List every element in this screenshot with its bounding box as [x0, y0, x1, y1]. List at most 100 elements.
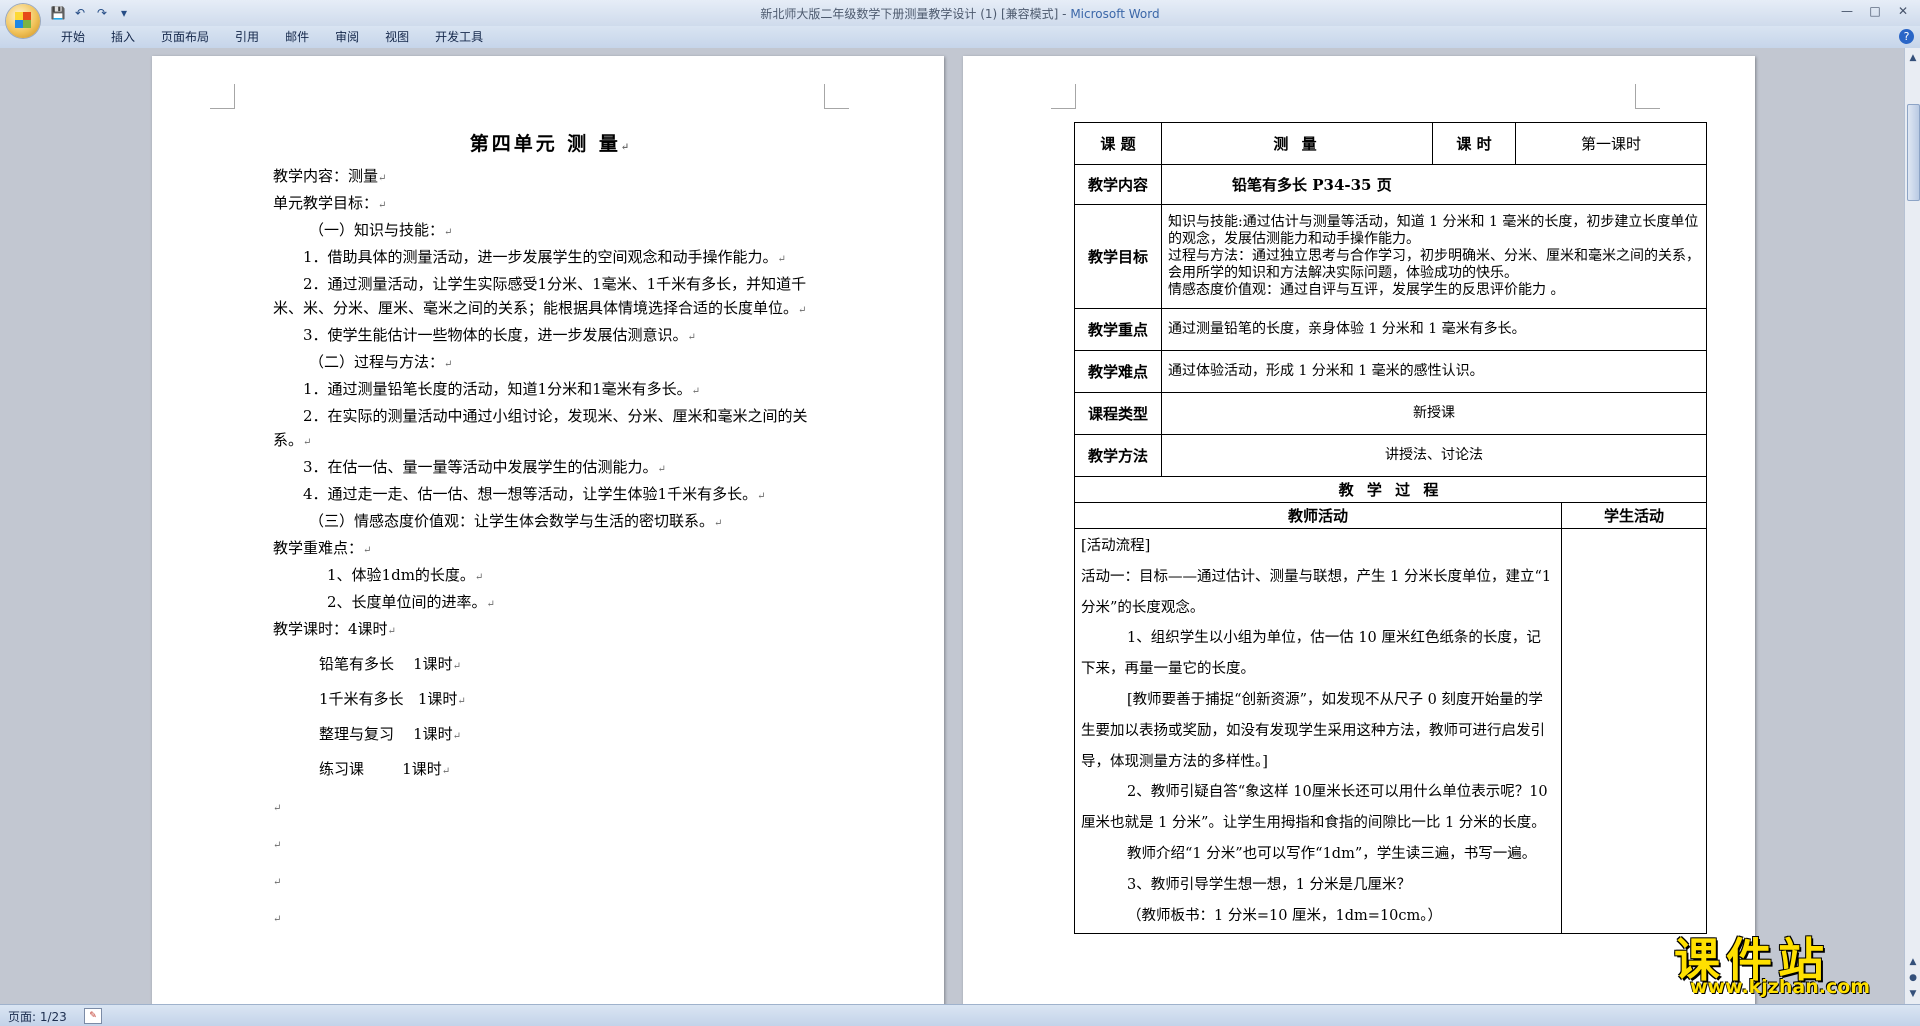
paragraph-mark: ↵: [273, 840, 282, 851]
paragraph: 教学内容：测量↵: [273, 164, 829, 191]
table-row: 课 题 测 量 课 时 第一课时: [1074, 122, 1707, 165]
margin-corner-mark: [210, 84, 235, 109]
paragraph-mark: ↵: [387, 626, 396, 637]
paragraph-mark: ↵: [714, 518, 723, 529]
lesson-hour-item: 铅笔有多长 1课时↵: [273, 652, 829, 679]
tab-5[interactable]: 审阅: [322, 29, 372, 45]
key-point-value: 通过测量铅笔的长度，亲身体验 1 分米和 1 毫米有多长。: [1161, 308, 1707, 351]
watermark-logo: 课件站 www.kjzhan.com: [1664, 924, 1904, 1004]
left-page-content[interactable]: 第四单元 测 量↵ 教学内容：测量↵ 单元教学目标：↵ （一）知识与技能：↵ 1．借助…: [273, 132, 829, 932]
goal-line: 情感态度价值观：通过自评与互评，发展学生的反思评价能力 。: [1168, 282, 1565, 298]
goal-label: 教学目标: [1074, 204, 1162, 309]
lesson-plan-table[interactable]: 课 题 测 量 课 时 第一课时 教学内容 铅笔有多长 P34-35 页 教学目…: [1074, 122, 1707, 935]
select-browse-object-icon[interactable]: ●: [1907, 972, 1919, 984]
minimize-icon[interactable]: —: [1834, 2, 1860, 20]
table-row: 教师活动 学生活动: [1074, 502, 1707, 529]
tab-3[interactable]: 引用: [222, 29, 272, 45]
paragraph-text: 教学内容：测量: [273, 167, 379, 185]
document-workspace[interactable]: 第四单元 测 量↵ 教学内容：测量↵ 单元教学目标：↵ （一）知识与技能：↵ 1．借助…: [0, 48, 1904, 1004]
unit-title: 第四单元 测 量↵: [469, 133, 633, 155]
page-indicator[interactable]: 页面: 1/23: [8, 1008, 67, 1025]
paragraph-text: 3．在估一估、量一量等活动中发展学生的估测能力。: [303, 458, 658, 476]
paragraph: 3．使学生能估计一些物体的长度，进一步发展估测意识。↵: [273, 323, 829, 350]
table-row: 课程类型 新授课: [1074, 392, 1707, 435]
process-paragraph: [教师要善于捕捉“创新资源”，如发现不从尺子 0 刻度开始量的学生要加以表扬或奖…: [1081, 691, 1545, 770]
paragraph: 1．通过测量铅笔长度的活动，知道1分米和1毫米有多长。↵: [273, 377, 829, 404]
page-right[interactable]: 课 题 测 量 课 时 第一课时 教学内容 铅笔有多长 P34-35 页 教学目…: [963, 56, 1755, 1004]
tab-6[interactable]: 视图: [372, 29, 422, 45]
paragraph: （三）情感态度价值观：让学生体会数学与生活的密切联系。↵: [273, 509, 829, 536]
lesson-hour-text: 练习课 1课时: [319, 760, 442, 778]
paragraph-text: （一）知识与技能：: [309, 221, 445, 239]
tab-4[interactable]: 邮件: [272, 29, 322, 45]
student-activity-cell[interactable]: [1561, 527, 1707, 935]
paragraph: 2、长度单位间的进率。↵: [273, 590, 829, 617]
paragraph-mark: ↵: [441, 766, 451, 777]
teacher-activity-cell[interactable]: [活动流程] 活动一：目标——通过估计、测量与联想，产生 1 分米长度单位，建立“…: [1074, 527, 1562, 935]
office-button[interactable]: [6, 4, 40, 38]
margin-corner-mark: [1635, 84, 1660, 109]
empty-paragraph: ↵: [273, 905, 829, 932]
paragraph-mark: ↵: [363, 545, 372, 556]
paragraph-mark: ↵: [687, 332, 696, 343]
topic-label: 课 题: [1074, 122, 1162, 165]
proofing-icon[interactable]: ✎: [84, 1008, 102, 1024]
method-value: 讲授法、讨论法: [1161, 434, 1707, 477]
content-label: 教学内容: [1074, 164, 1162, 205]
paragraph-mark: ↵: [378, 200, 387, 211]
paragraph-mark: ↵: [378, 173, 387, 184]
difficulty-label: 教学难点: [1074, 350, 1162, 393]
paragraph-text: 单元教学目标：: [273, 194, 379, 212]
paragraph-text: 1、体验1dm的长度。: [327, 566, 475, 584]
margin-corner-mark: [824, 84, 849, 109]
paragraph: （二）过程与方法：↵: [273, 350, 829, 377]
key-point-label: 教学重点: [1074, 308, 1162, 351]
tab-0[interactable]: 开始: [48, 29, 98, 45]
content-value: 铅笔有多长 P34-35 页: [1161, 164, 1707, 205]
paragraph: 教学重难点：↵: [273, 536, 829, 563]
maximize-icon[interactable]: □: [1862, 2, 1888, 20]
paragraph-text: 4．通过走一走、估一估、想一想等活动，让学生体验1千米有多长。: [303, 485, 758, 503]
paragraph: 2．在实际的测量活动中通过小组讨论，发现米、分米、厘米和毫米之间的关系。↵: [273, 404, 829, 455]
paragraph-mark: ↵: [273, 877, 282, 888]
lesson-hour-item: 1千米有多长 1课时↵: [273, 687, 829, 714]
empty-paragraph: ↵: [273, 868, 829, 895]
title-bar: 💾 ↶ ↷ ▾ 新北师大版二年级数学下册测量教学设计 (1) [兼容模式] - Mic…: [0, 0, 1920, 38]
paragraph: 4．通过走一走、估一估、想一想等活动，让学生体验1千米有多长。↵: [273, 482, 829, 509]
teacher-activity-header: 教师活动: [1074, 502, 1562, 529]
table-row: 教学重点 通过测量铅笔的长度，亲身体验 1 分米和 1 毫米有多长。: [1074, 308, 1707, 351]
student-activity-header: 学生活动: [1561, 502, 1707, 529]
next-page-icon[interactable]: ▼: [1907, 988, 1919, 1000]
scroll-up-icon[interactable]: ▲: [1907, 52, 1919, 64]
window-controls: — □ ✕: [1834, 2, 1916, 20]
lesson-hour-item: 整理与复习 1课时↵: [273, 722, 829, 749]
paragraph-text: 1．通过测量铅笔长度的活动，知道1分米和1毫米有多长。: [303, 380, 692, 398]
close-icon[interactable]: ✕: [1890, 2, 1916, 20]
ribbon-tabs: 开始 插入 页面布局 引用 邮件 审阅 视图 开发工具: [48, 29, 496, 45]
prev-page-icon[interactable]: ▲: [1907, 956, 1919, 968]
table-row: 教学目标 知识与技能:通过估计与测量等活动，知道 1 分米和 1 毫米的长度，初…: [1074, 204, 1707, 309]
paragraph: 1．借助具体的测量活动，进一步发展学生的空间观念和动手操作能力。↵: [273, 245, 829, 272]
margin-corner-mark: [1051, 84, 1076, 109]
lesson-hours-list: 铅笔有多长 1课时↵ 1千米有多长 1课时↵ 整理与复习 1课时↵ 练习课 1课时↵: [273, 652, 829, 784]
vertical-scrollbar[interactable]: ▲ ▲ ● ▼: [1904, 48, 1920, 1004]
window-title: 新北师大版二年级数学下册测量教学设计 (1) [兼容模式] - Microsof…: [0, 5, 1920, 22]
paragraph-mark: ↵: [798, 305, 807, 316]
process-paragraph: 2、教师引疑自答“象这样 10厘米长还可以用什么单位表示呢？10 厘米也就是 1…: [1081, 784, 1548, 832]
tab-1[interactable]: 插入: [98, 29, 148, 45]
paragraph-text: 2．通过测量活动，让学生实际感受1分米、1毫米、1千米有多长，并知道千米、米、分…: [273, 275, 807, 317]
paragraph-text: 1．借助具体的测量活动，进一步发展学生的空间观念和动手操作能力。: [303, 248, 778, 266]
table-row: [活动流程] 活动一：目标——通过估计、测量与联想，产生 1 分米长度单位，建立“…: [1074, 527, 1707, 935]
paragraph-list: 教学内容：测量↵ 单元教学目标：↵ （一）知识与技能：↵ 1．借助具体的测量活动，进一…: [273, 164, 829, 644]
tab-2[interactable]: 页面布局: [148, 29, 222, 45]
empty-paragraphs: ↵ ↵ ↵ ↵: [273, 794, 829, 932]
paragraph-mark: ↵: [757, 491, 766, 502]
hour-value: 第一课时: [1515, 122, 1707, 165]
table-row: 教学难点 通过体验活动，形成 1 分米和 1 毫米的感性认识。: [1074, 350, 1707, 393]
tab-7[interactable]: 开发工具: [422, 29, 496, 45]
help-icon[interactable]: ?: [1899, 29, 1914, 44]
scroll-thumb[interactable]: [1907, 104, 1920, 201]
method-label: 教学方法: [1074, 434, 1162, 477]
course-type-value: 新授课: [1161, 392, 1707, 435]
page-left[interactable]: 第四单元 测 量↵ 教学内容：测量↵ 单元教学目标：↵ （一）知识与技能：↵ 1．借助…: [152, 56, 944, 1004]
